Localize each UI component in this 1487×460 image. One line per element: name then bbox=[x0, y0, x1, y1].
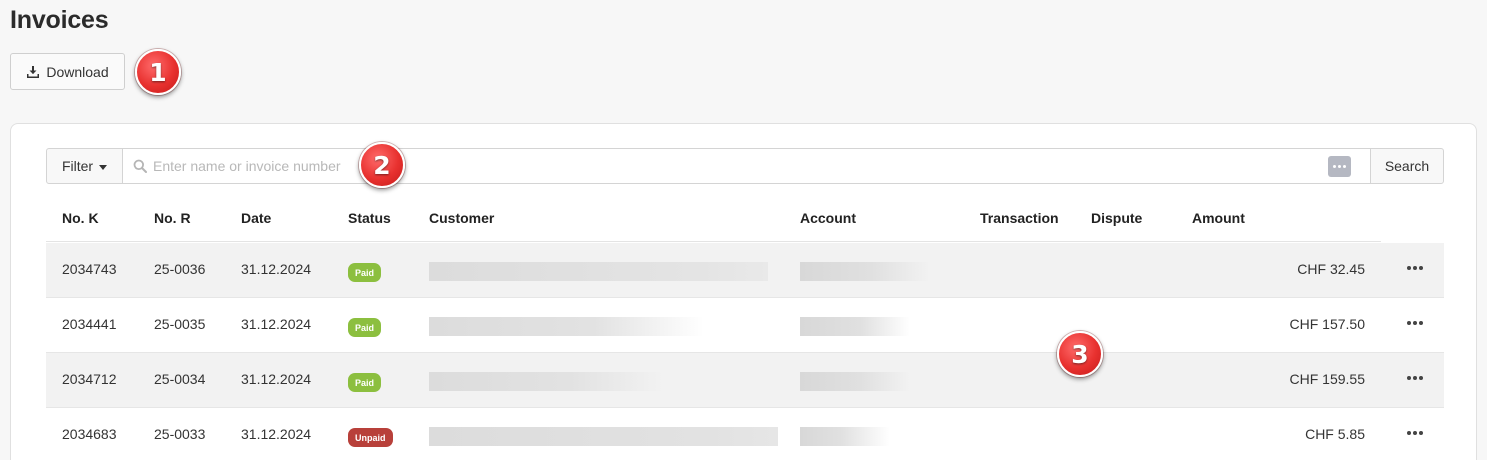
column-header-date[interactable]: Date bbox=[241, 210, 271, 226]
column-header-transaction[interactable]: Transaction bbox=[980, 210, 1059, 226]
more-options-icon[interactable] bbox=[1328, 156, 1351, 177]
caret-down-icon bbox=[99, 164, 108, 170]
cell-no-k: 2034683 bbox=[62, 426, 117, 442]
cell-amount: CHF 159.55 bbox=[1289, 371, 1365, 387]
annotation-marker-3: 3 bbox=[1057, 331, 1103, 377]
cell-no-k: 2034743 bbox=[62, 261, 117, 277]
download-button[interactable]: Download bbox=[10, 53, 125, 90]
column-header-customer[interactable]: Customer bbox=[429, 210, 494, 226]
redacted-customer bbox=[429, 372, 664, 391]
column-header-status[interactable]: Status bbox=[348, 210, 391, 226]
invoice-panel: Filter Search No. K No. R Date Status Cu… bbox=[10, 123, 1477, 460]
status-badge: Paid bbox=[348, 373, 382, 392]
cell-no-r: 25-0033 bbox=[154, 426, 206, 442]
column-header-account[interactable]: Account bbox=[800, 210, 856, 226]
cell-no-r: 25-0035 bbox=[154, 316, 206, 332]
row-actions-icon[interactable] bbox=[1403, 370, 1427, 386]
cell-no-k: 2034712 bbox=[62, 371, 117, 387]
redacted-customer bbox=[429, 262, 768, 281]
row-actions-icon[interactable] bbox=[1403, 260, 1427, 276]
search-field bbox=[123, 148, 1370, 184]
cell-date: 31.12.2024 bbox=[241, 261, 312, 277]
annotation-marker-1: 1 bbox=[135, 49, 181, 95]
column-header-dispute[interactable]: Dispute bbox=[1091, 210, 1142, 226]
table-row[interactable]: 2034743 25-0036 31.12.2024 Paid CHF 32.4… bbox=[46, 243, 1444, 298]
redacted-account bbox=[800, 372, 910, 391]
filter-label: Filter bbox=[61, 158, 94, 174]
cell-no-r: 25-0034 bbox=[154, 371, 206, 387]
page-title: Invoices bbox=[10, 6, 109, 34]
status-badge: Unpaid bbox=[348, 428, 393, 447]
column-header-no-k[interactable]: No. K bbox=[62, 210, 99, 226]
redacted-account bbox=[800, 317, 910, 336]
search-bar: Filter Search bbox=[46, 148, 1444, 184]
cell-amount: CHF 32.45 bbox=[1297, 261, 1365, 277]
cell-date: 31.12.2024 bbox=[241, 316, 312, 332]
download-icon bbox=[27, 65, 40, 78]
redacted-account bbox=[800, 262, 930, 281]
search-icon bbox=[133, 159, 147, 173]
cell-amount: CHF 5.85 bbox=[1305, 426, 1365, 442]
cell-date: 31.12.2024 bbox=[241, 371, 312, 387]
table-row[interactable]: 2034712 25-0034 31.12.2024 Paid CHF 159.… bbox=[46, 353, 1444, 408]
download-button-label: Download bbox=[46, 63, 109, 80]
redacted-customer bbox=[429, 317, 704, 336]
cell-date: 31.12.2024 bbox=[241, 426, 312, 442]
column-header-no-r[interactable]: No. R bbox=[154, 210, 191, 226]
cell-amount: CHF 157.50 bbox=[1289, 316, 1365, 332]
annotation-marker-2: 2 bbox=[359, 142, 405, 188]
cell-no-r: 25-0036 bbox=[154, 261, 206, 277]
table-header: No. K No. R Date Status Customer Account… bbox=[46, 200, 1381, 242]
row-actions-icon[interactable] bbox=[1403, 315, 1427, 331]
search-button[interactable]: Search bbox=[1370, 148, 1444, 184]
column-header-amount[interactable]: Amount bbox=[1192, 210, 1245, 226]
redacted-account bbox=[800, 427, 890, 446]
table-row[interactable]: 2034441 25-0035 31.12.2024 Paid CHF 157.… bbox=[46, 298, 1444, 353]
cell-no-k: 2034441 bbox=[62, 316, 117, 332]
search-input[interactable] bbox=[123, 149, 1370, 183]
table-row[interactable]: 2034683 25-0033 31.12.2024 Unpaid CHF 5.… bbox=[46, 408, 1444, 460]
redacted-customer bbox=[429, 427, 778, 446]
status-badge: Paid bbox=[348, 318, 382, 337]
status-badge: Paid bbox=[348, 263, 382, 282]
row-actions-icon[interactable] bbox=[1403, 425, 1427, 441]
filter-dropdown[interactable]: Filter bbox=[46, 148, 123, 184]
